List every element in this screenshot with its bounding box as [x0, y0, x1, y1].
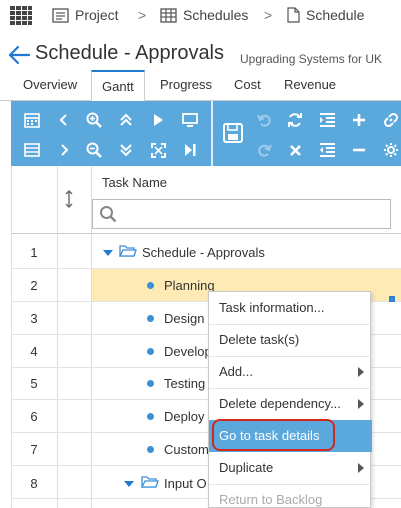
breadcrumb-label: Project: [75, 7, 119, 23]
search-icon: [100, 206, 117, 223]
menu-item-add[interactable]: Add...: [209, 356, 372, 388]
task-name[interactable]: Develop: [164, 344, 212, 359]
context-menu: Task information... Delete task(s) Add..…: [208, 291, 372, 508]
menu-item-label: Delete task(s): [219, 332, 300, 347]
link-icon[interactable]: [380, 109, 401, 131]
page-title: Schedule - Approvals: [35, 42, 225, 64]
row-number: 5: [30, 376, 38, 391]
task-name[interactable]: Schedule - Approvals: [142, 245, 265, 260]
task-name-column-header[interactable]: Task Name: [102, 175, 167, 190]
expand-down-icon[interactable]: [115, 139, 137, 161]
breadcrumb-project[interactable]: Project: [52, 7, 119, 23]
app-grid-icon[interactable]: [10, 6, 32, 26]
task-bullet-icon: [147, 413, 154, 420]
undo-icon: [253, 109, 275, 131]
task-bullet-icon: [147, 446, 154, 453]
highlight-annotation-ring: [212, 419, 335, 451]
menu-item-return-to-backlog: Return to Backlog: [209, 484, 372, 508]
collapse-caret-icon[interactable]: [103, 250, 113, 256]
calendar-icon[interactable]: [21, 109, 43, 131]
zoom-out-icon[interactable]: [83, 139, 105, 161]
breadcrumb-separator: >: [138, 7, 147, 23]
row-number: 6: [30, 409, 38, 424]
task-name[interactable]: Testing: [164, 376, 205, 391]
breadcrumb-schedules[interactable]: Schedules: [160, 7, 248, 23]
menu-item-label: Delete dependency...: [219, 396, 341, 411]
menu-item-label: Return to Backlog: [219, 492, 323, 507]
monitor-icon[interactable]: [179, 109, 201, 131]
menu-item-delete-dependency[interactable]: Delete dependency...: [209, 388, 372, 420]
gantt-bar-marker: [389, 296, 395, 302]
schedules-grid-icon: [160, 7, 177, 23]
row-number: 7: [30, 442, 38, 457]
zoom-in-icon[interactable]: [83, 109, 105, 131]
tab-revenue[interactable]: Revenue: [274, 70, 346, 101]
collapse-caret-icon[interactable]: [124, 481, 134, 487]
skip-end-icon[interactable]: [179, 139, 201, 161]
row-number: 8: [30, 476, 38, 491]
submenu-arrow-icon: [358, 463, 364, 473]
delete-icon[interactable]: [284, 139, 306, 161]
task-name[interactable]: Custom: [164, 442, 209, 457]
fit-icon[interactable]: [147, 139, 169, 161]
breadcrumb: Project > Schedules > Schedule: [0, 0, 401, 32]
project-subtitle: Upgrading Systems for UK: [240, 52, 383, 66]
menu-item-label: Task information...: [219, 300, 325, 315]
refresh-icon[interactable]: [284, 109, 306, 131]
menu-item-task-information[interactable]: Task information...: [209, 292, 372, 324]
remove-icon[interactable]: [348, 139, 370, 161]
menu-item-label: Add...: [219, 364, 253, 379]
row-number: 3: [30, 311, 38, 326]
tab-bar: Overview Gantt Progress Cost Revenue: [0, 70, 401, 101]
row-number: 1: [30, 245, 38, 260]
toolbar-divider: [211, 101, 213, 166]
sort-icon[interactable]: [64, 190, 78, 208]
project-icon: [52, 7, 69, 23]
folder-icon: [141, 476, 159, 488]
menu-item-label: Duplicate: [219, 460, 274, 475]
tab-cost[interactable]: Cost: [224, 70, 271, 101]
chevron-left-icon[interactable]: [53, 109, 75, 131]
row-number: 2: [30, 278, 38, 293]
menu-item-duplicate[interactable]: Duplicate: [209, 452, 372, 484]
gantt-toolbar: [11, 101, 401, 166]
collapse-up-icon[interactable]: [115, 109, 137, 131]
list-icon[interactable]: [21, 139, 43, 161]
submenu-arrow-icon: [358, 367, 364, 377]
play-icon[interactable]: [147, 109, 169, 131]
tab-progress[interactable]: Progress: [150, 70, 222, 101]
breadcrumb-schedule[interactable]: Schedule: [287, 7, 364, 23]
task-name[interactable]: Input O: [164, 476, 207, 491]
back-arrow-icon[interactable]: [8, 45, 30, 65]
task-name-filter-input[interactable]: [92, 199, 391, 229]
indent-icon[interactable]: [316, 109, 338, 131]
breadcrumb-label: Schedules: [183, 7, 249, 23]
add-icon[interactable]: [348, 109, 370, 131]
task-bullet-icon: [147, 348, 154, 355]
outdent-icon[interactable]: [316, 139, 338, 161]
task-bullet-icon: [147, 282, 154, 289]
submenu-arrow-icon: [358, 399, 364, 409]
menu-item-delete-tasks[interactable]: Delete task(s): [209, 324, 372, 356]
breadcrumb-label: Schedule: [306, 7, 365, 23]
tab-gantt[interactable]: Gantt: [91, 70, 145, 101]
breadcrumb-separator: >: [264, 7, 273, 23]
row-number: 4: [30, 344, 38, 359]
unlink-icon[interactable]: [380, 139, 401, 161]
task-name[interactable]: Design: [164, 311, 204, 326]
task-name[interactable]: Deploy: [164, 409, 204, 424]
document-icon: [287, 7, 300, 23]
task-bullet-icon: [147, 380, 154, 387]
chevron-right-icon[interactable]: [53, 139, 75, 161]
task-bullet-icon: [147, 315, 154, 322]
redo-icon: [253, 139, 275, 161]
save-icon[interactable]: [221, 121, 245, 145]
tab-overview[interactable]: Overview: [13, 70, 87, 101]
folder-icon: [119, 245, 137, 257]
